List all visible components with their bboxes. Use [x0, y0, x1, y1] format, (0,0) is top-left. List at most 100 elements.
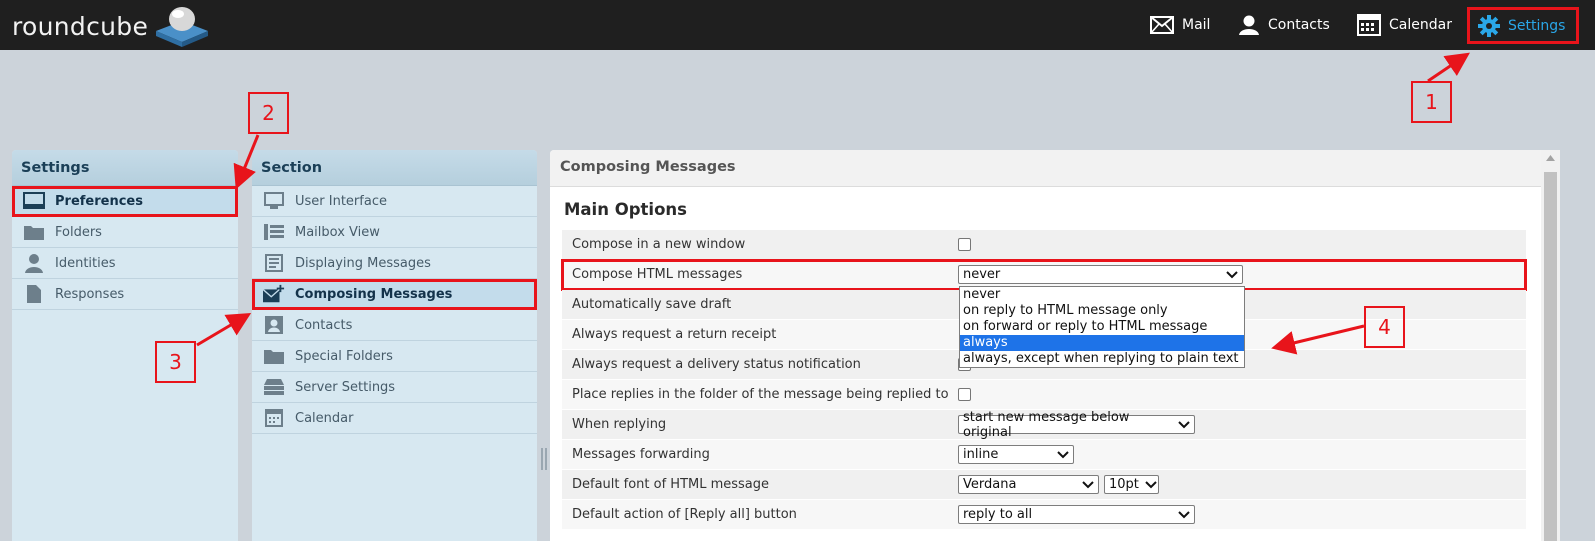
nav-mail-label: Mail — [1182, 17, 1211, 33]
list-icon — [263, 222, 285, 242]
font-family-select[interactable]: Verdana — [958, 475, 1099, 494]
scroll-thumb[interactable] — [1544, 172, 1557, 541]
section-item-special-folders[interactable]: Special Folders — [252, 341, 537, 372]
content-scrollbar[interactable] — [1541, 150, 1560, 541]
panel-splitter[interactable] — [541, 448, 547, 470]
compose-html-dropdown-list: never on reply to HTML message only on f… — [959, 286, 1245, 368]
settings-item-label: Folders — [55, 224, 102, 240]
top-bar: roundcube Mail Contacts Calendar Setting… — [0, 0, 1595, 50]
person-icon — [23, 253, 45, 273]
option-row-reply-all: Default action of [Reply all] button rep… — [562, 500, 1526, 530]
calendar-icon — [1357, 14, 1381, 36]
section-item-label: Special Folders — [295, 348, 393, 364]
section-item-label: Composing Messages — [295, 286, 453, 302]
option-label: When replying — [572, 417, 667, 432]
nav-contacts[interactable]: Contacts — [1238, 0, 1330, 50]
nav-mail[interactable]: Mail — [1150, 0, 1210, 50]
option-row-when-replying: When replying start new message below or… — [562, 410, 1526, 440]
place-replies-checkbox[interactable] — [958, 388, 971, 401]
section-panel-title: Section — [252, 150, 537, 186]
section-item-label: Contacts — [295, 317, 353, 333]
scroll-up-arrow-icon[interactable] — [1546, 155, 1555, 161]
dropdown-option-selected[interactable]: always — [960, 335, 1244, 351]
option-row-place-replies: Place replies in the folder of the messa… — [562, 380, 1526, 410]
when-replying-select[interactable]: start new message below original — [958, 410, 1195, 440]
content-header: Composing Messages — [550, 150, 1560, 187]
chevron-down-icon — [1178, 420, 1190, 428]
dropdown-option[interactable]: on reply to HTML message only — [960, 303, 1244, 319]
dropdown-option[interactable]: on forward or reply to HTML message — [960, 319, 1244, 335]
annotation-label-1: 1 — [1411, 81, 1452, 123]
compose-icon — [263, 284, 285, 304]
section-item-server-settings[interactable]: Server Settings — [252, 372, 537, 403]
calendar-icon — [263, 408, 285, 428]
annotation-label-2: 2 — [248, 92, 289, 134]
section-item-label: User Interface — [295, 193, 387, 209]
nav-settings[interactable]: Settings — [1467, 7, 1579, 44]
settings-item-preferences[interactable]: Preferences — [12, 186, 238, 217]
option-label: Automatically save draft — [572, 297, 732, 312]
compose-html-select[interactable]: never — [958, 265, 1243, 284]
compose-new-window-checkbox[interactable] — [958, 238, 971, 251]
settings-item-identities[interactable]: Identities — [12, 248, 238, 279]
folder-icon — [263, 346, 285, 366]
option-label: Always request a delivery status notific… — [572, 357, 861, 372]
section-item-user-interface[interactable]: User Interface — [252, 186, 537, 217]
section-item-contacts[interactable]: Contacts — [252, 310, 537, 341]
document-icon — [23, 284, 45, 304]
reply-all-select[interactable]: reply to all — [958, 505, 1195, 524]
option-label: Default font of HTML message — [572, 477, 770, 492]
dropdown-option[interactable]: always, except when replying to plain te… — [960, 351, 1244, 367]
forwarding-select[interactable]: inline — [958, 445, 1074, 464]
option-label: Messages forwarding — [572, 447, 710, 462]
server-icon — [263, 377, 285, 397]
cube-logo-icon — [156, 7, 209, 47]
settings-panel-title: Settings — [12, 150, 238, 186]
annotation-label-4: 4 — [1364, 306, 1405, 348]
section-item-label: Mailbox View — [295, 224, 380, 240]
chevron-down-icon — [1178, 510, 1190, 518]
settings-item-label: Preferences — [55, 193, 143, 209]
annotation-label-3: 3 — [155, 341, 196, 383]
main-options-title: Main Options — [564, 200, 687, 219]
option-row-compose-new-window: Compose in a new window — [562, 230, 1526, 260]
section-item-displaying-messages[interactable]: Displaying Messages — [252, 248, 537, 279]
logo-text: roundcube — [12, 11, 149, 41]
select-value: inline — [963, 447, 999, 462]
nav-calendar[interactable]: Calendar — [1357, 0, 1452, 50]
section-item-label: Displaying Messages — [295, 255, 431, 271]
settings-item-responses[interactable]: Responses — [12, 279, 238, 310]
option-label: Compose in a new window — [572, 237, 746, 252]
select-value: start new message below original — [963, 409, 1130, 440]
section-item-composing-messages[interactable]: Composing Messages — [252, 279, 537, 310]
select-value: never — [963, 267, 1001, 282]
select-value: Verdana — [963, 477, 1017, 492]
section-item-calendar[interactable]: Calendar — [252, 403, 537, 434]
person-icon — [1239, 15, 1259, 35]
settings-panel: Settings Preferences Folders Identities … — [12, 150, 238, 541]
option-label: Place replies in the folder of the messa… — [572, 387, 949, 402]
gear-icon — [1478, 14, 1500, 37]
option-row-default-font: Default font of HTML message Verdana 10p… — [562, 470, 1526, 500]
message-view-icon — [263, 253, 285, 273]
roundcube-logo[interactable]: roundcube — [12, 6, 212, 47]
chevron-down-icon — [1145, 480, 1157, 488]
options-table: Compose in a new window Compose HTML mes… — [561, 230, 1527, 530]
settings-item-label: Responses — [55, 286, 125, 302]
option-label: Compose HTML messages — [572, 267, 743, 282]
contact-card-icon — [263, 315, 285, 335]
nav-calendar-label: Calendar — [1389, 17, 1452, 33]
nav-contacts-label: Contacts — [1268, 17, 1330, 33]
select-value: 10pt — [1109, 477, 1139, 492]
section-item-label: Server Settings — [295, 379, 396, 395]
dropdown-option[interactable]: never — [960, 287, 1244, 303]
settings-item-folders[interactable]: Folders — [12, 217, 238, 248]
option-row-forwarding: Messages forwarding inline — [562, 440, 1526, 470]
font-size-select[interactable]: 10pt — [1104, 475, 1159, 494]
section-item-mailbox-view[interactable]: Mailbox View — [252, 217, 537, 248]
mail-icon — [1150, 16, 1174, 34]
folder-icon — [23, 222, 45, 242]
select-value: reply to all — [963, 507, 1033, 522]
monitor-icon — [263, 191, 285, 211]
section-panel: Section User Interface Mailbox View Disp… — [252, 150, 537, 541]
